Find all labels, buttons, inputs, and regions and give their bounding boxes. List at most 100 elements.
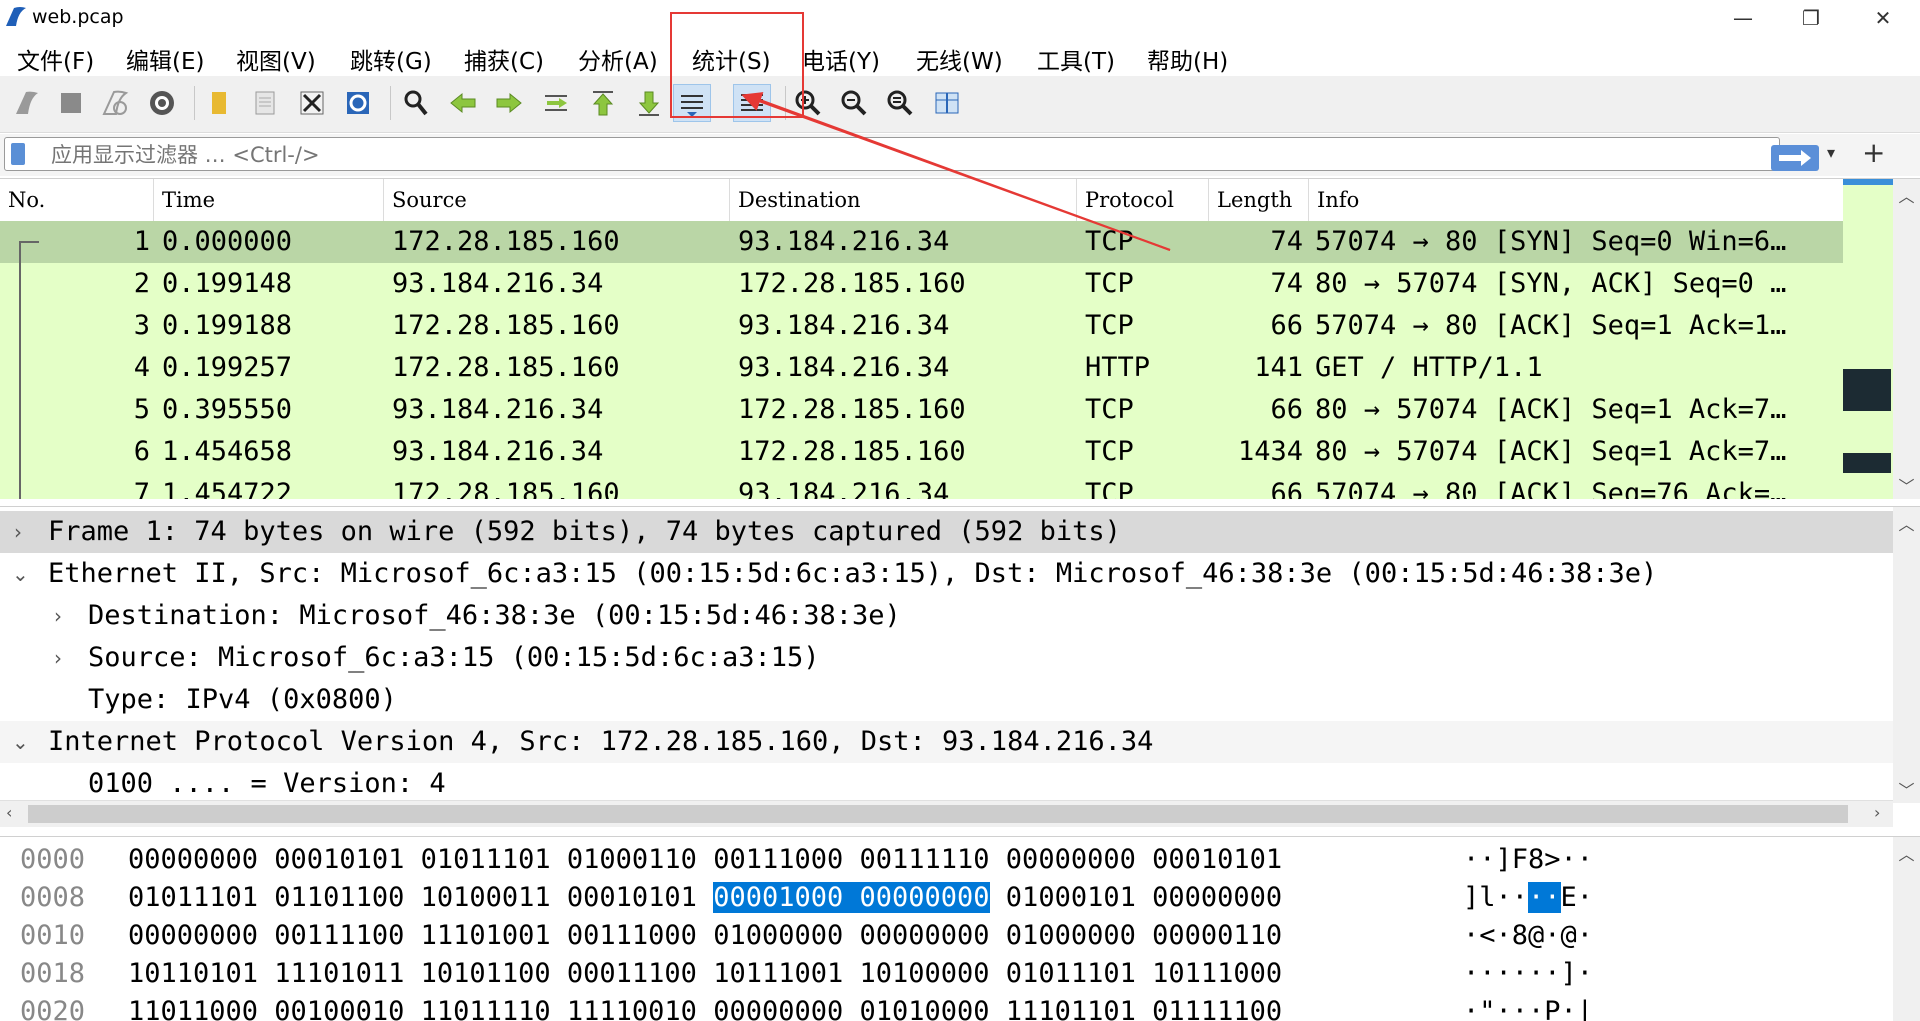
display-filter-box — [4, 137, 1819, 172]
resize-columns-icon[interactable] — [928, 84, 966, 122]
expand-icon[interactable]: › — [54, 595, 62, 637]
expand-icon[interactable]: › — [14, 511, 22, 553]
byte-ascii: ·"···P·| — [1463, 996, 1594, 1021]
menu-analyze[interactable]: 分析(A) — [574, 40, 662, 78]
scroll-down-icon[interactable]: ﹀ — [1893, 473, 1920, 497]
byte-bits: 01011101 01101100 10100011 00010101 0000… — [128, 879, 1282, 917]
byte-row[interactable]: 0020 11011000 00100010 11011110 11110010 … — [0, 993, 1893, 1021]
detail-ethernet-row[interactable]: ⌄ Ethernet II, Src: Microsof_6c:a3:15 (0… — [0, 553, 1893, 595]
packet-row[interactable]: 2 0.199148 93.184.216.34 172.28.185.160 TCP 7… — [0, 263, 1843, 305]
scroll-up-icon[interactable]: ︿ — [1893, 511, 1920, 535]
scroll-down-icon[interactable]: ﹀ — [1893, 777, 1920, 801]
menu-view[interactable]: 视图(V) — [232, 40, 320, 78]
menu-go[interactable]: 跳转(G) — [346, 40, 436, 78]
go-back-icon[interactable] — [444, 84, 482, 122]
byte-bits: 00000000 00010101 01011101 01000110 0011… — [128, 841, 1282, 879]
detail-ipv4-row[interactable]: ⌄ Internet Protocol Version 4, Src: 172.… — [0, 721, 1893, 763]
close-file-icon[interactable] — [293, 84, 331, 122]
col-protocol[interactable]: Protocol — [1077, 179, 1209, 221]
bits-pre: 01011101 01101100 10100011 00010101 — [128, 882, 714, 913]
go-forward-icon[interactable] — [490, 84, 528, 122]
expand-icon[interactable]: › — [54, 637, 62, 679]
ascii-pre: ]l·· — [1463, 882, 1529, 913]
packet-row[interactable]: 7 1.454722 172.28.185.160 93.184.216.34 TCP 6… — [0, 473, 1843, 499]
restore-button[interactable]: ❐ — [1781, 0, 1841, 36]
packet-row[interactable]: 1 0.000000 172.28.185.160 93.184.216.34 TCP 7… — [0, 221, 1843, 263]
scroll-up-icon[interactable]: ︿ — [1893, 841, 1920, 865]
byte-row[interactable]: 0018 10110101 11101011 10101100 00011100 … — [0, 955, 1893, 993]
packet-cell-src: 172.28.185.160 — [392, 478, 620, 499]
packet-cell-dst: 93.184.216.34 — [738, 352, 950, 383]
packet-minimap[interactable] — [1843, 179, 1893, 499]
byte-ascii: ]l····E· — [1463, 879, 1593, 917]
close-button[interactable]: ✕ — [1853, 0, 1913, 36]
packet-cell-src: 93.184.216.34 — [392, 268, 604, 299]
byte-row[interactable]: 0000 00000000 00010101 01011101 01000110 … — [0, 841, 1893, 879]
reload-file-icon[interactable] — [339, 84, 377, 122]
find-packet-icon[interactable] — [397, 84, 435, 122]
save-file-icon[interactable] — [246, 84, 284, 122]
scroll-left-icon[interactable]: ‹ — [6, 803, 12, 822]
byte-offset: 0000 — [20, 844, 86, 875]
packet-row[interactable]: 3 0.199188 172.28.185.160 93.184.216.34 TCP 6… — [0, 305, 1843, 347]
detail-eth-destination-row[interactable]: › Destination: Microsof_46:38:3e (00:15:… — [0, 595, 1893, 637]
zoom-out-icon[interactable] — [835, 84, 873, 122]
detail-eth-type-row[interactable]: Type: IPv4 (0x0800) — [0, 679, 1893, 721]
col-info[interactable]: Info — [1309, 179, 1843, 221]
minimize-button[interactable]: — — [1713, 0, 1773, 36]
menu-telephony[interactable]: 电话(Y) — [798, 40, 884, 78]
packet-row[interactable]: 6 1.454658 93.184.216.34 172.28.185.160 TCP 1… — [0, 431, 1843, 473]
detail-frame-row[interactable]: › Frame 1: 74 bytes on wire (592 bits), … — [0, 511, 1893, 553]
menu-file[interactable]: 文件(F) — [13, 40, 98, 78]
bytes-scrollbar[interactable]: ︿ — [1893, 837, 1920, 1021]
display-filter-input[interactable] — [49, 138, 1753, 172]
col-time[interactable]: Time — [154, 179, 384, 221]
start-capture-icon[interactable] — [8, 84, 46, 122]
restart-capture-icon[interactable] — [96, 84, 134, 122]
open-file-icon[interactable] — [200, 84, 238, 122]
stop-capture-icon[interactable] — [52, 84, 90, 122]
scroll-right-icon[interactable]: › — [1874, 803, 1880, 822]
arrow-right-icon — [1779, 150, 1811, 166]
detail-eth-source-row[interactable]: › Source: Microsof_6c:a3:15 (00:15:5d:6c… — [0, 637, 1893, 679]
packet-cell-len: 141 — [1254, 352, 1303, 383]
menu-edit[interactable]: 编辑(E) — [122, 40, 208, 78]
menu-help[interactable]: 帮助(H) — [1143, 40, 1232, 78]
packet-cell-proto: TCP — [1085, 268, 1134, 299]
collapse-icon[interactable]: ⌄ — [12, 553, 29, 595]
go-to-packet-icon[interactable] — [537, 84, 575, 122]
packet-row[interactable]: 4 0.199257 172.28.185.160 93.184.216.34 HTTP… — [0, 347, 1843, 389]
packet-list-scrollbar[interactable]: ︿ ﹀ — [1893, 179, 1920, 499]
zoom-normal-icon[interactable] — [881, 84, 919, 122]
packet-row[interactable]: 5 0.395550 93.184.216.34 172.28.185.160 TCP 6… — [0, 389, 1843, 431]
scroll-up-icon[interactable]: ︿ — [1893, 183, 1920, 207]
byte-ascii: ······]· — [1463, 958, 1594, 989]
filter-dropdown-icon[interactable]: ▾ — [1827, 143, 1835, 162]
horizontal-scroll-thumb[interactable] — [28, 805, 1848, 823]
packet-cell-no: 2 — [133, 268, 150, 299]
details-scrollbar[interactable]: ︿ ﹀ — [1893, 507, 1920, 803]
packet-cell-proto: TCP — [1085, 310, 1134, 341]
bookmark-icon[interactable] — [11, 143, 25, 165]
add-filter-button[interactable]: + — [1862, 136, 1885, 169]
ascii-selected: ·· — [1528, 882, 1561, 913]
collapse-icon[interactable]: ⌄ — [12, 721, 29, 763]
go-last-icon[interactable] — [630, 84, 668, 122]
apply-filter-button[interactable] — [1771, 145, 1819, 171]
menu-capture[interactable]: 捕获(C) — [460, 40, 548, 78]
packet-cell-src: 172.28.185.160 — [392, 352, 620, 383]
packet-cell-no: 7 — [133, 478, 150, 499]
byte-row[interactable]: 0008 01011101 01101100 10100011 00010101 … — [0, 879, 1893, 917]
col-length[interactable]: Length — [1209, 179, 1309, 221]
menu-tools[interactable]: 工具(T) — [1033, 40, 1119, 78]
menu-wireless[interactable]: 无线(W) — [912, 40, 1007, 78]
details-horizontal-scrollbar[interactable]: ‹ › — [0, 800, 1893, 827]
wireshark-fin-icon — [6, 7, 26, 26]
col-destination[interactable]: Destination — [730, 179, 1077, 221]
col-no[interactable]: No. — [0, 179, 154, 221]
byte-row[interactable]: 0010 00000000 00111100 11101001 00111000 … — [0, 917, 1893, 955]
col-source[interactable]: Source — [384, 179, 730, 221]
go-first-icon[interactable] — [584, 84, 622, 122]
detail-ip-version-row[interactable]: 0100 .... = Version: 4 — [0, 763, 1893, 803]
capture-options-icon[interactable] — [143, 84, 181, 122]
